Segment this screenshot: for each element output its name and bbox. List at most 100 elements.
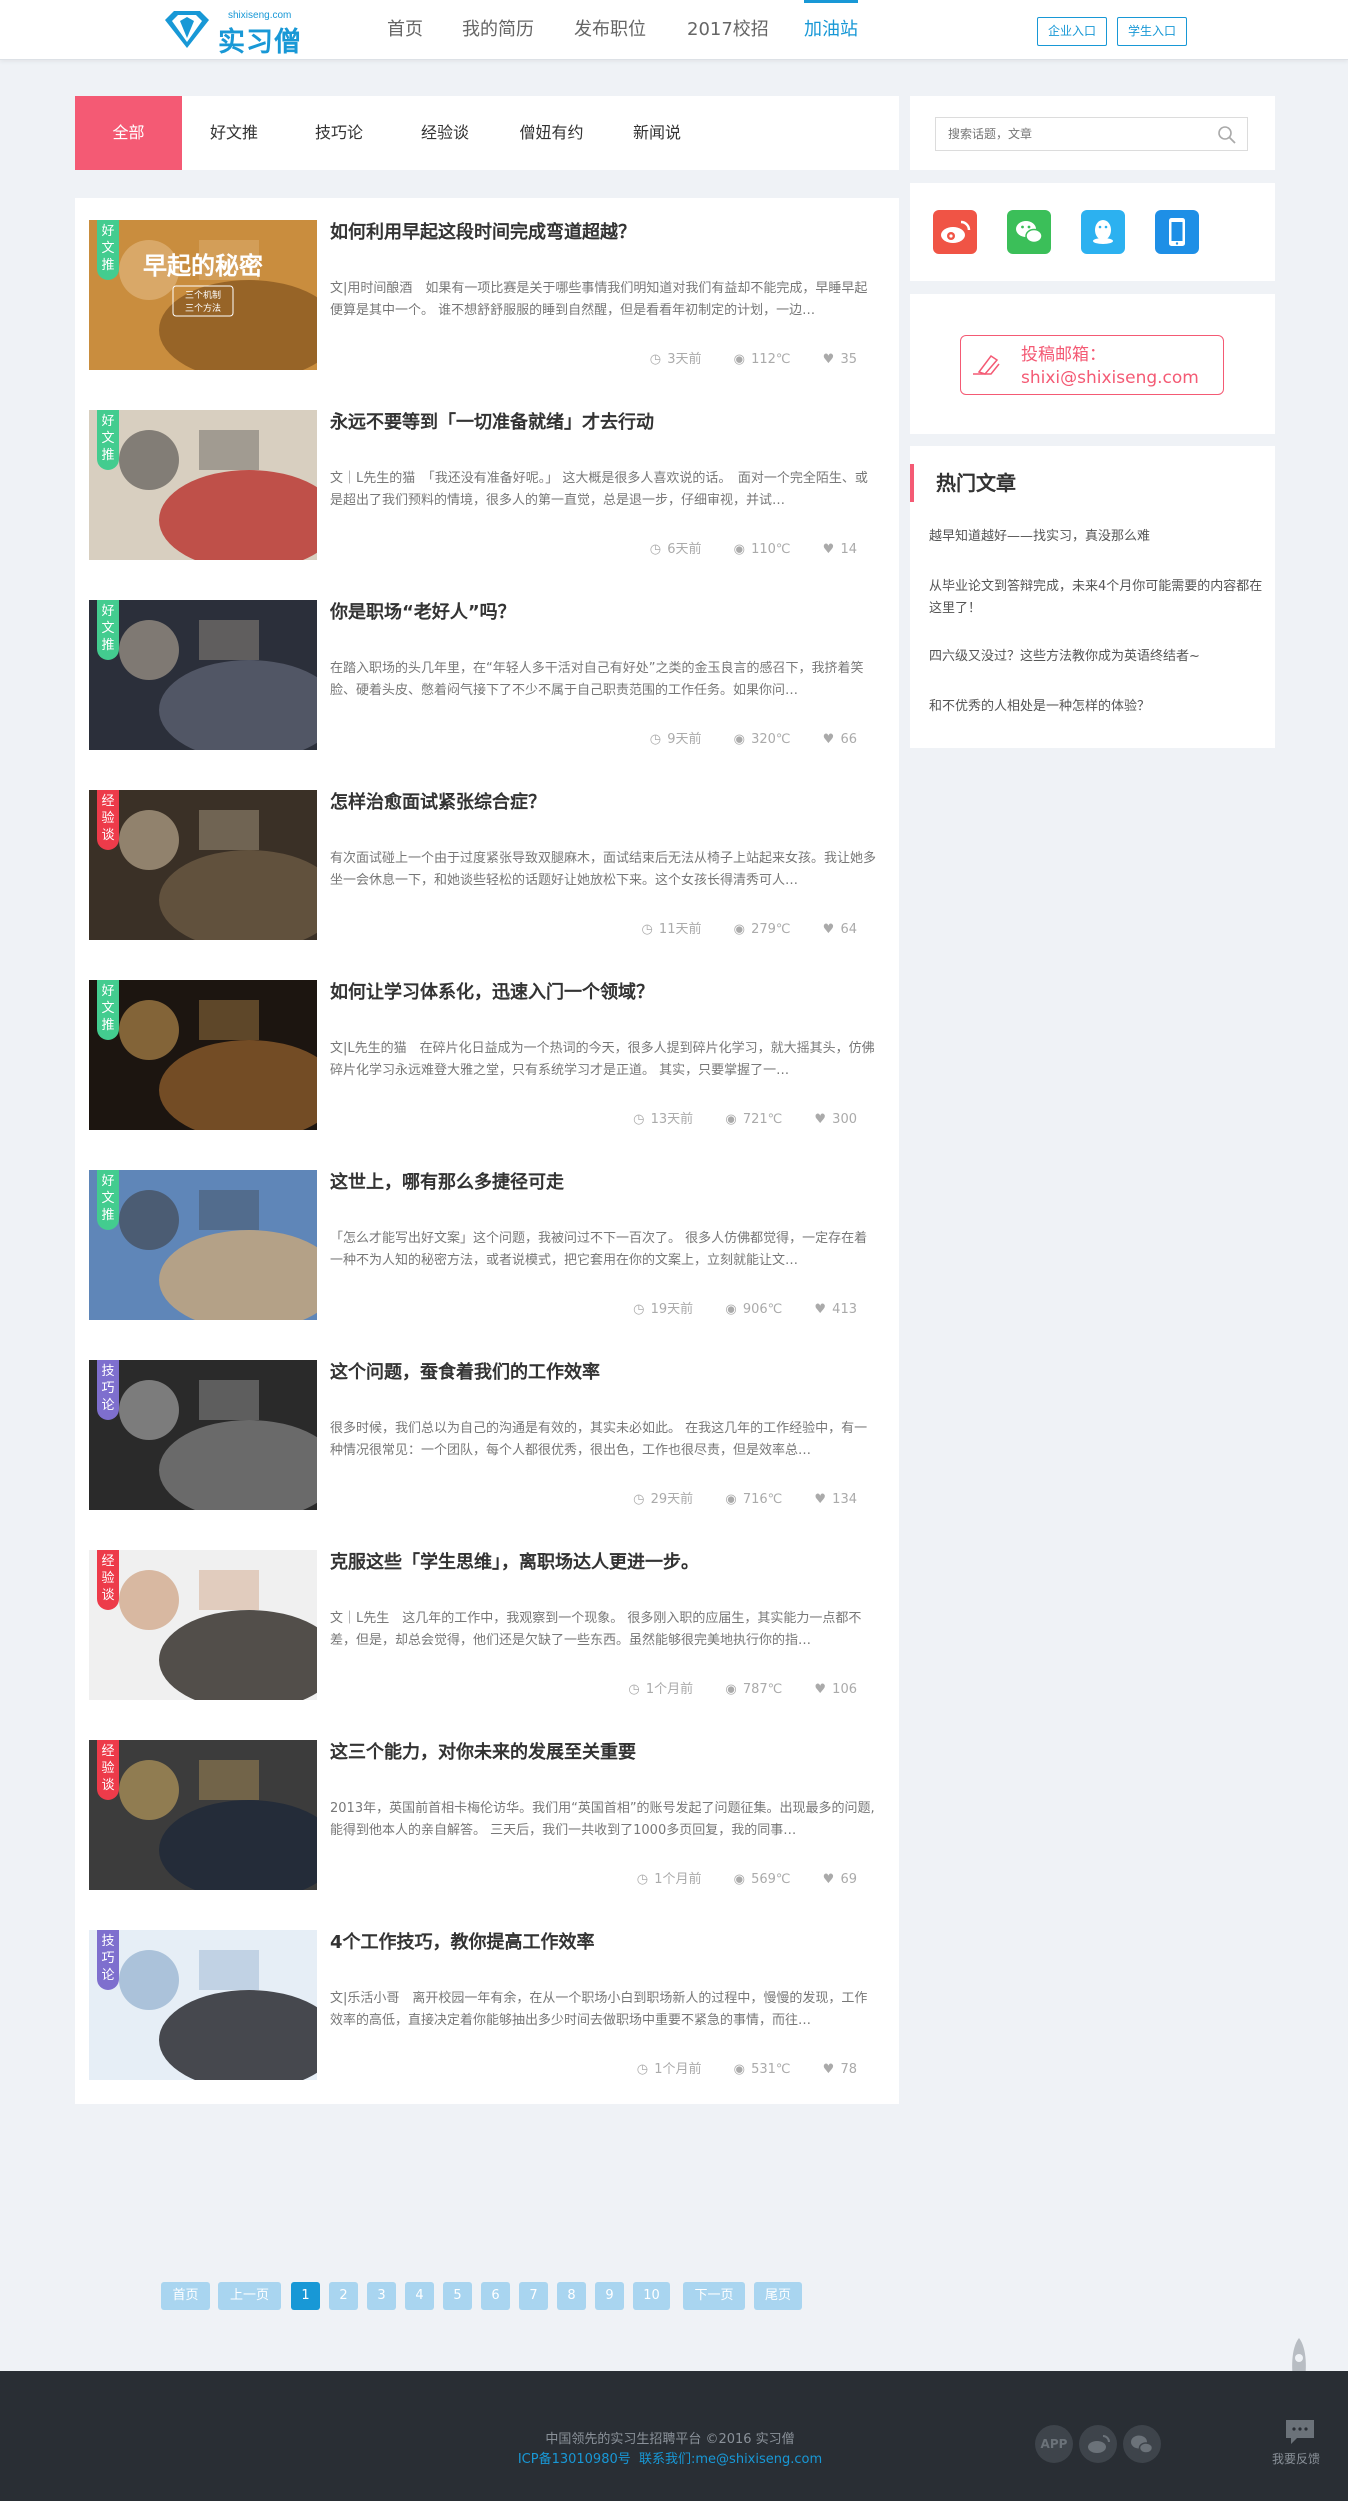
wechat-icon[interactable] [1007, 210, 1051, 254]
article-title[interactable]: 永远不要等到「一切准备就绪」才去行动 [330, 408, 870, 434]
hot-article-link[interactable]: 和不优秀的人相处是一种怎样的体验？ [929, 696, 1274, 718]
nav-home[interactable]: 首页 [387, 0, 423, 60]
page-button[interactable]: 首页 [161, 2282, 210, 2310]
weibo-icon[interactable] [933, 210, 977, 254]
article-title[interactable]: 如何利用早起这段时间完成弯道超越？ [330, 218, 870, 244]
article-likes: 134 [832, 1492, 857, 1507]
page-button[interactable]: 8 [557, 2282, 586, 2310]
article-card[interactable]: 早起的秘密 三个机制 三个方法 好文推 如何利用早起这段时间完成弯道超越？ 文|… [75, 198, 899, 394]
article-card[interactable]: 经验谈 这三个能力，对你未来的发展至关重要 2013年，英国前首相卡梅伦访华。我… [75, 1718, 899, 1914]
article-thumbnail[interactable]: 好文推 [89, 1170, 317, 1320]
page-button[interactable]: 1 [291, 2282, 320, 2310]
heart-icon[interactable]: ♥ [823, 352, 835, 367]
page-button[interactable]: 3 [367, 2282, 396, 2310]
article-thumbnail[interactable]: 经验谈 [89, 790, 317, 940]
tab-tips[interactable]: 技巧论 [286, 96, 392, 170]
article-views: 320℃ [751, 732, 791, 747]
article-card[interactable]: 技巧论 4个工作技巧，教你提高工作效率 文|乐活小哥 离开校园一年有余，在从一个… [75, 1908, 899, 2104]
heart-icon[interactable]: ♥ [823, 922, 835, 937]
logo[interactable]: shixiseng.com 实习僧 [162, 6, 307, 58]
tab-all[interactable]: 全部 [75, 96, 182, 170]
heart-icon[interactable]: ♥ [814, 1492, 826, 1507]
heart-icon[interactable]: ♥ [814, 1682, 826, 1697]
hot-article-link[interactable]: 越早知道越好——找实习，真没那么难 [929, 526, 1274, 548]
article-meta: ◷ 1个月前 ◉ 569℃ ♥ 69 [609, 1868, 857, 1887]
article-time: 6天前 [667, 542, 702, 557]
heart-icon[interactable]: ♥ [823, 1872, 835, 1887]
article-title[interactable]: 4个工作技巧，教你提高工作效率 [330, 1928, 870, 1954]
article-likes: 14 [840, 542, 857, 557]
tab-news[interactable]: 新闻说 [605, 96, 709, 170]
article-title[interactable]: 这三个能力，对你未来的发展至关重要 [330, 1738, 870, 1764]
article-title[interactable]: 如何让学习体系化，迅速入门一个领域？ [330, 978, 870, 1004]
hot-article-link[interactable]: 四六级又没过？这些方法教你成为英语终结者~ [929, 646, 1274, 668]
qq-icon[interactable] [1081, 210, 1125, 254]
article-thumbnail[interactable]: 好文推 [89, 980, 317, 1130]
tab-good-articles[interactable]: 好文推 [182, 96, 286, 170]
page-button[interactable]: 10 [633, 2282, 670, 2310]
page-button[interactable]: 上一页 [218, 2282, 281, 2310]
contribute-box: 投稿邮箱： shixi@shixiseng.com [910, 294, 1275, 434]
page-button[interactable]: 2 [329, 2282, 358, 2310]
article-title[interactable]: 这世上，哪有那么多捷径可走 [330, 1168, 870, 1194]
clock-icon: ◷ [628, 1682, 640, 1697]
search-input[interactable] [936, 118, 1196, 150]
logo-icon [165, 11, 209, 48]
page-button[interactable]: 尾页 [754, 2282, 802, 2310]
contact-link[interactable]: 联系我们:me@shixiseng.com [639, 2452, 822, 2467]
article-card[interactable]: 好文推 永远不要等到「一切准备就绪」才去行动 文｜L先生的猫 「我还没有准备好呢… [75, 388, 899, 584]
page-button[interactable]: 9 [595, 2282, 624, 2310]
article-title[interactable]: 怎样治愈面试紧张综合症？ [330, 788, 870, 814]
article-card[interactable]: 好文推 这世上，哪有那么多捷径可走 「怎么才能写出好文案」这个问题，我被问过不下… [75, 1148, 899, 1344]
article-thumbnail[interactable]: 经验谈 [89, 1740, 317, 1890]
article-thumbnail[interactable]: 好文推 [89, 410, 317, 560]
nav-post-job[interactable]: 发布职位 [574, 0, 646, 60]
nav-campus[interactable]: 2017校招 [687, 0, 769, 60]
contribute-email-button[interactable]: 投稿邮箱： shixi@shixiseng.com [960, 335, 1224, 395]
article-thumbnail[interactable]: 技巧论 [89, 1930, 317, 2080]
article-thumbnail[interactable]: 经验谈 [89, 1550, 317, 1700]
article-thumbnail[interactable]: 早起的秘密 三个机制 三个方法 好文推 [89, 220, 317, 370]
article-card[interactable]: 好文推 你是职场“老好人”吗？ 在踏入职场的头几年里，在“年轻人多干活对自己有好… [75, 578, 899, 774]
article-excerpt: 文｜L先生 这几年的工作中，我观察到一个现象。 很多刚入职的应届生，其实能力一点… [330, 1611, 862, 1648]
article-thumbnail[interactable]: 技巧论 [89, 1360, 317, 1510]
heart-icon[interactable]: ♥ [823, 2062, 835, 2077]
page-button[interactable]: 下一页 [683, 2282, 745, 2310]
article-meta: ◷ 1个月前 ◉ 787℃ ♥ 106 [600, 1678, 857, 1697]
feedback-label: 我要反馈 [1272, 2452, 1321, 2466]
hot-articles: 热门文章 越早知道越好——找实习，真没那么难 从毕业论文到答辩完成，未来4个月你… [910, 446, 1275, 748]
student-login-button[interactable]: 学生入口 [1117, 17, 1187, 46]
nav-resume[interactable]: 我的简历 [462, 0, 534, 60]
hot-article-link[interactable]: 从毕业论文到答辩完成，未来4个月你可能需要的内容都在这里了！ [929, 576, 1274, 620]
heart-icon[interactable]: ♥ [823, 542, 835, 557]
clock-icon: ◷ [633, 1492, 645, 1507]
mobile-icon[interactable] [1155, 210, 1199, 254]
enterprise-login-button[interactable]: 企业入口 [1037, 17, 1107, 46]
article-time: 1个月前 [654, 1872, 702, 1887]
article-title[interactable]: 你是职场“老好人”吗？ [330, 598, 870, 624]
page-button[interactable]: 7 [519, 2282, 548, 2310]
app-icon[interactable]: APP [1035, 2425, 1073, 2463]
feedback-button[interactable]: 我要反馈 [1270, 2418, 1330, 2468]
weibo-footer-icon[interactable] [1079, 2425, 1117, 2463]
article-thumbnail[interactable]: 好文推 [89, 600, 317, 750]
nav-station[interactable]: 加油站 [804, 0, 858, 60]
heart-icon[interactable]: ♥ [823, 732, 835, 747]
icp-link[interactable]: ICP备13010980号 [518, 2452, 631, 2467]
article-title[interactable]: 这个问题，蚕食着我们的工作效率 [330, 1358, 870, 1384]
article-card[interactable]: 好文推 如何让学习体系化，迅速入门一个领域？ 文|L先生的猫 在碎片化日益成为一… [75, 958, 899, 1154]
page-button[interactable]: 6 [481, 2282, 510, 2310]
article-title[interactable]: 克服这些「学生思维」，离职场达人更进一步。 [330, 1548, 870, 1574]
heart-icon[interactable]: ♥ [814, 1112, 826, 1127]
article-card[interactable]: 经验谈 怎样治愈面试紧张综合症？ 有次面试碰上一个由于过度紧张导致双腿麻木，面试… [75, 768, 899, 964]
tab-interviews[interactable]: 僧妞有约 [498, 96, 605, 170]
search-icon[interactable] [1217, 125, 1237, 145]
article-card[interactable]: 技巧论 这个问题，蚕食着我们的工作效率 很多时候，我们总以为自己的沟通是有效的，… [75, 1338, 899, 1534]
page-button[interactable]: 5 [443, 2282, 472, 2310]
heart-icon[interactable]: ♥ [814, 1302, 826, 1317]
page-button[interactable]: 4 [405, 2282, 434, 2310]
wechat-footer-icon[interactable] [1123, 2425, 1161, 2463]
tab-experience[interactable]: 经验谈 [392, 96, 498, 170]
article-card[interactable]: 经验谈 克服这些「学生思维」，离职场达人更进一步。 文｜L先生 这几年的工作中，… [75, 1528, 899, 1724]
article-time: 9天前 [667, 732, 702, 747]
